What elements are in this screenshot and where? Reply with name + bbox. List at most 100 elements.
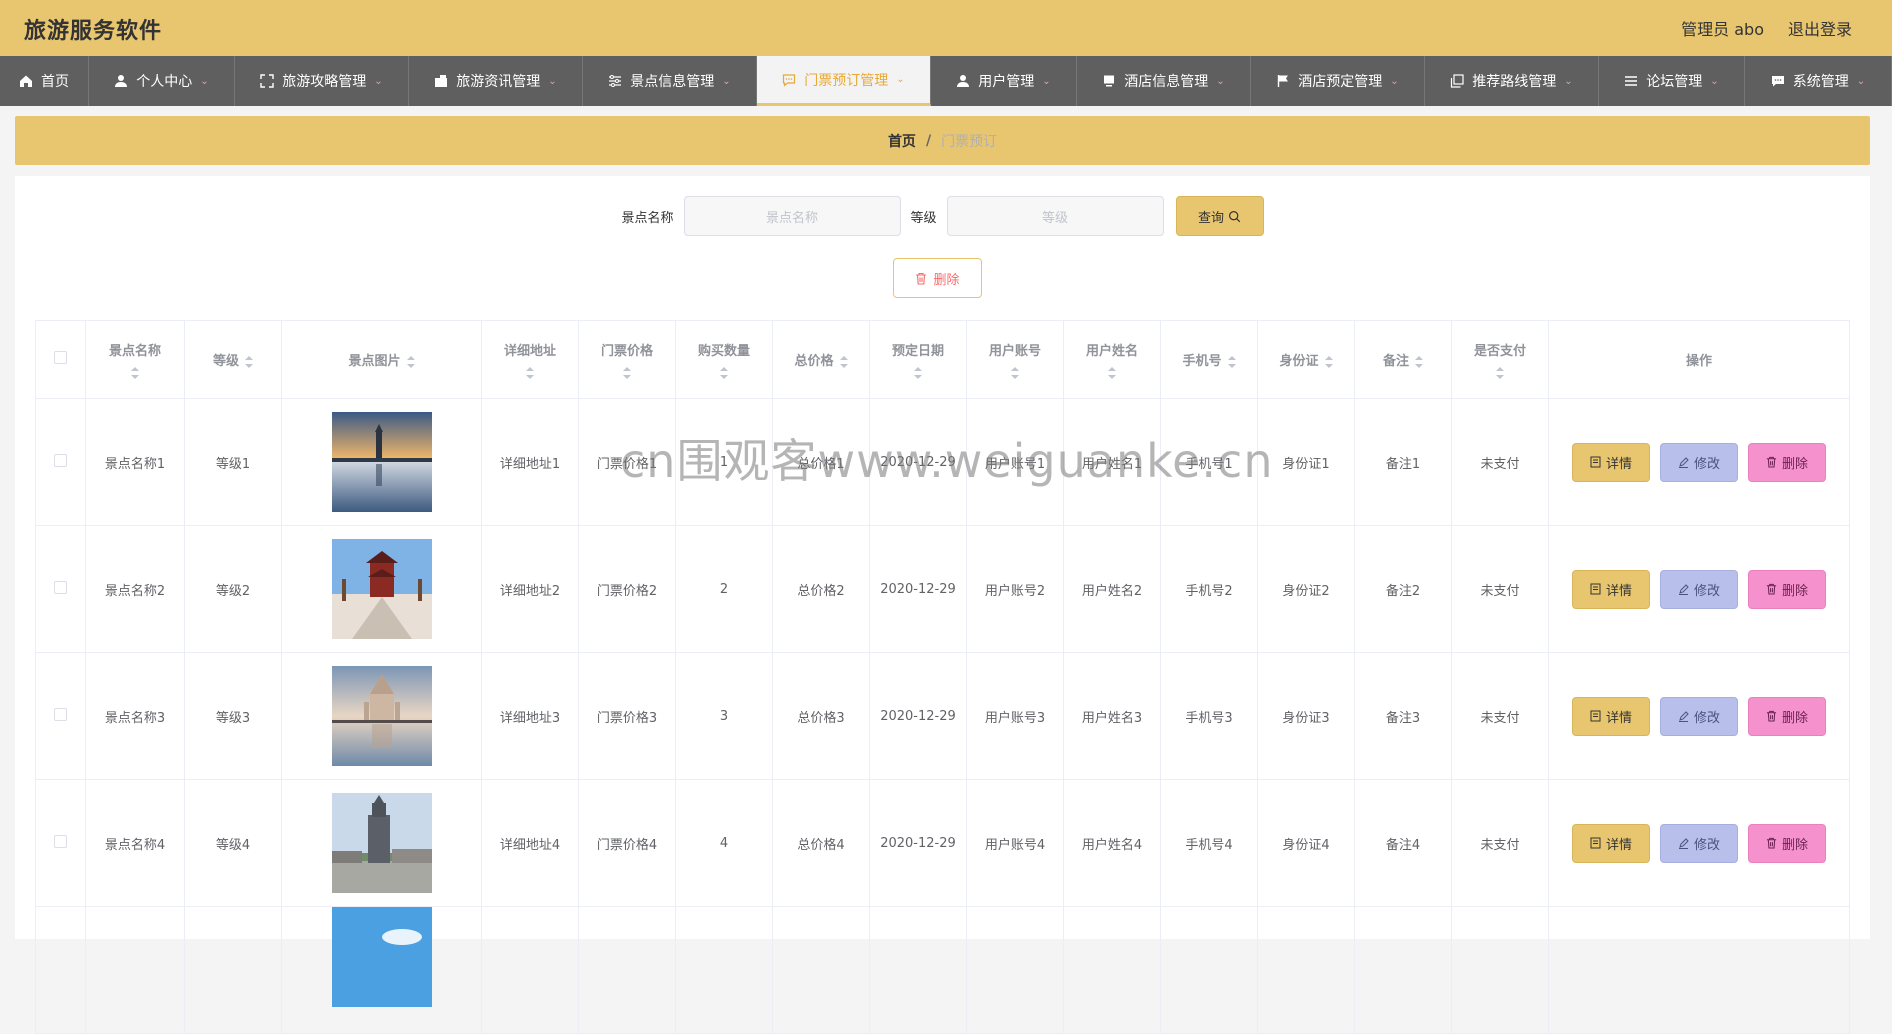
detail-button[interactable]: 详情 [1572,823,1650,863]
table-row[interactable]: 景点名称3 等级3 详细地址3 门票价格3 3 总价格3 2020-12-29 用户账号3 用户… [35,652,1850,780]
column-header[interactable]: 备注 [1354,320,1452,399]
chevron-down-icon: ⌄ [1390,75,1399,87]
sort-caret-icon[interactable] [1107,367,1116,379]
row-checkbox[interactable] [54,453,67,467]
message-icon [1771,74,1785,88]
edit-button[interactable]: 修改 [1660,823,1738,863]
scenic-thumbnail[interactable] [288,412,475,512]
table-row[interactable]: 景点名称2 等级2 详细地址2 门票价格2 2 总价格2 2020-12-29 用户账号2 用户… [35,525,1850,653]
nav-item-3[interactable]: 旅游资讯管理 ⌄ [409,56,583,106]
column-header[interactable]: 是否支付 [1451,320,1549,399]
edit-button[interactable]: 修改 [1660,696,1738,736]
batch-delete-button[interactable]: 删除 [893,258,982,298]
cell-account: 用户账号3 [966,652,1064,780]
select-all-cell [35,320,86,399]
cell-phone: 手机号2 [1160,525,1258,653]
edit-button[interactable]: 修改 [1660,442,1738,482]
nav-item-10[interactable]: 论坛管理 ⌄ [1599,56,1745,106]
nav-item-11[interactable]: 系统管理 ⌄ [1745,56,1892,106]
sort-caret-icon[interactable] [130,367,139,379]
row-checkbox[interactable] [54,707,67,721]
scenic-image-cell [281,525,482,653]
delete-button[interactable]: 删除 [1748,696,1826,736]
sort-caret-icon[interactable] [839,355,848,368]
detail-button[interactable]: 详情 [1572,569,1650,609]
scenic-thumbnail[interactable] [288,666,475,766]
edit-label: 修改 [1693,837,1720,853]
cell-level: 等级4 [184,779,282,907]
cell-price: 门票价格4 [578,779,676,907]
booking-table: 景点名称 等级 景点图片 详细地址 门票价格 购买数量 总价格 预定日期 用户账号 用户姓名 手机号… [35,320,1850,1034]
column-header[interactable]: 预定日期 [869,320,967,399]
nav-item-7[interactable]: 酒店信息管理 ⌄ [1077,56,1251,106]
column-header[interactable]: 等级 [184,320,282,399]
column-header[interactable]: 景点名称 [85,320,185,399]
sort-caret-icon[interactable] [1324,355,1333,368]
table-row[interactable] [35,906,1850,1034]
sort-caret-icon[interactable] [245,355,253,368]
row-checkbox[interactable] [54,834,67,848]
cell-qty: 3 [675,652,773,780]
sort-caret-icon[interactable] [622,367,631,379]
column-header[interactable]: 门票价格 [578,320,676,399]
cell-username: 用户姓名1 [1063,398,1161,526]
detail-button[interactable]: 详情 [1572,696,1650,736]
column-header[interactable]: 景点图片 [281,320,482,399]
batch-delete-label: 删除 [933,272,960,288]
scenic-thumbnail[interactable] [288,793,475,893]
cell-paid: 未支付 [1451,779,1549,907]
column-header[interactable]: 总价格 [772,320,870,399]
cell-idcard: 身份证3 [1257,652,1355,780]
table-row[interactable]: 景点名称1 等级1 详细地址1 门票价格1 1 总价格1 2020-12-29 用户账号1 用户… [35,398,1850,526]
edit-button[interactable]: 修改 [1660,569,1738,609]
nav-item-2[interactable]: 旅游攻略管理 ⌄ [235,56,409,106]
breadcrumb-home[interactable]: 首页 [888,131,916,151]
column-header[interactable]: 身份证 [1257,320,1355,399]
cell-name: 景点名称4 [85,779,185,907]
column-header[interactable]: 手机号 [1160,320,1258,399]
level-search-input[interactable]: 等级 [946,196,1164,236]
sort-caret-icon[interactable] [1227,355,1236,368]
nav-item-1[interactable]: 个人中心 ⌄ [89,56,235,106]
table-row[interactable]: 景点名称4 等级4 详细地址4 门票价格4 4 总价格4 2020-12-29 用户账号4 用户… [35,779,1850,907]
nav-item-0[interactable]: 首页 [0,56,89,106]
sort-caret-icon[interactable] [406,355,415,368]
sort-caret-icon[interactable] [913,367,922,379]
cell-account: 用户账号4 [966,779,1064,907]
query-button[interactable]: 查询 [1175,196,1264,236]
nav-item-9[interactable]: 推荐路线管理 ⌄ [1425,56,1599,106]
column-header-label: 详细地址 [503,344,556,359]
sort-caret-icon[interactable] [525,367,534,379]
delete-button[interactable]: 删除 [1748,823,1826,863]
nav-item-6[interactable]: 用户管理 ⌄ [931,56,1077,106]
name-search-input[interactable]: 景点名称 [683,196,901,236]
detail-button[interactable]: 详情 [1572,442,1650,482]
select-all-checkbox[interactable] [54,351,67,364]
nav-item-5[interactable]: 门票预订管理 ⌄ [757,56,931,106]
column-header[interactable]: 购买数量 [675,320,773,399]
column-header[interactable]: 详细地址 [481,320,579,399]
sort-caret-icon[interactable] [1415,355,1423,368]
logout-link[interactable]: 退出登录 [1788,16,1852,40]
delete-button[interactable]: 删除 [1748,442,1826,482]
sort-caret-icon[interactable] [1495,367,1504,379]
cell-total: 总价格3 [772,652,870,780]
cell-paid [1451,906,1549,1034]
row-select-cell [35,398,86,526]
cell-total [772,906,870,1034]
nav-item-8[interactable]: 酒店预定管理 ⌄ [1251,56,1425,106]
cell-name: 景点名称1 [85,398,185,526]
column-header[interactable]: 用户姓名 [1063,320,1161,399]
sort-caret-icon[interactable] [1010,367,1019,379]
nav-item-label: 旅游攻略管理 [282,74,367,90]
column-header[interactable]: 用户账号 [966,320,1064,399]
column-header-label: 用户账号 [988,344,1041,359]
nav-item-4[interactable]: 景点信息管理 ⌄ [583,56,757,106]
scenic-thumbnail[interactable] [288,907,475,1007]
delete-button[interactable]: 删除 [1748,569,1826,609]
row-checkbox[interactable] [54,580,67,594]
scenic-thumbnail[interactable] [288,539,475,639]
sort-caret-icon[interactable] [719,367,728,379]
admin-user-label[interactable]: 管理员 abo [1681,16,1764,40]
cell-date: 2020-12-29 [869,779,967,907]
